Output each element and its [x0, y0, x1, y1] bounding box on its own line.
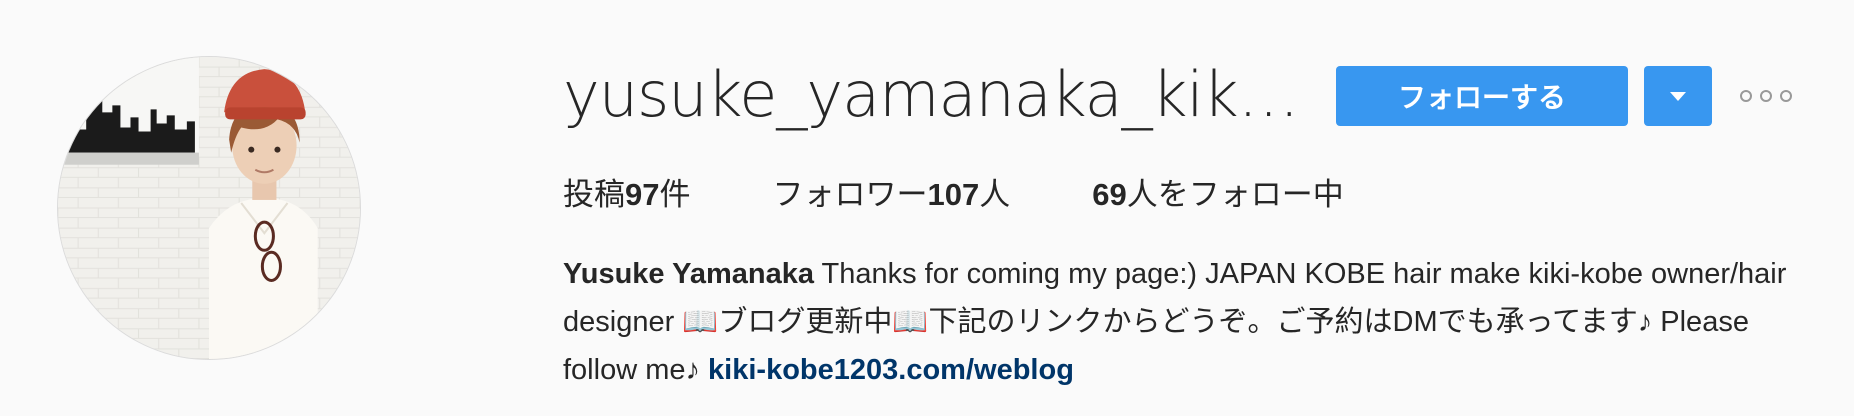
profile-stats: 投稿 97 件 フォロワー 107 人 69 人をフォロー中 [563, 168, 1344, 214]
followers-suffix: 人 [979, 176, 1011, 212]
more-options-icon[interactable] [1740, 82, 1792, 110]
follow-button[interactable]: フォローする [1336, 66, 1628, 126]
posts-stat: 投稿 97 件 [563, 169, 690, 214]
bio-website-link[interactable]: kiki-kobe1203.com/weblog [708, 354, 1074, 386]
profile-username: yusuke_yamanaka_kiki... [563, 58, 1303, 131]
followers-count: 107 [927, 176, 980, 212]
profile-full-name: Yusuke Yamanaka [563, 258, 814, 290]
followers-stat[interactable]: フォロワー 107 人 [772, 169, 1010, 214]
option-dot [1760, 90, 1772, 102]
suggestions-dropdown-button[interactable] [1644, 66, 1712, 126]
option-dot [1780, 90, 1792, 102]
following-count: 69 [1092, 176, 1127, 212]
avatar-photo [58, 57, 360, 359]
following-stat[interactable]: 69 人をフォロー中 [1092, 169, 1343, 214]
posts-count: 97 [625, 176, 660, 212]
caret-down-icon [1670, 91, 1686, 101]
option-dot [1740, 90, 1752, 102]
followers-prefix: フォロワー [772, 176, 928, 212]
profile-avatar[interactable] [58, 57, 360, 359]
posts-prefix: 投稿 [563, 176, 625, 212]
profile-bio: Yusuke Yamanaka Thanks for coming my pag… [563, 250, 1813, 394]
posts-suffix: 件 [659, 176, 691, 212]
following-suffix: 人をフォロー中 [1126, 176, 1344, 212]
